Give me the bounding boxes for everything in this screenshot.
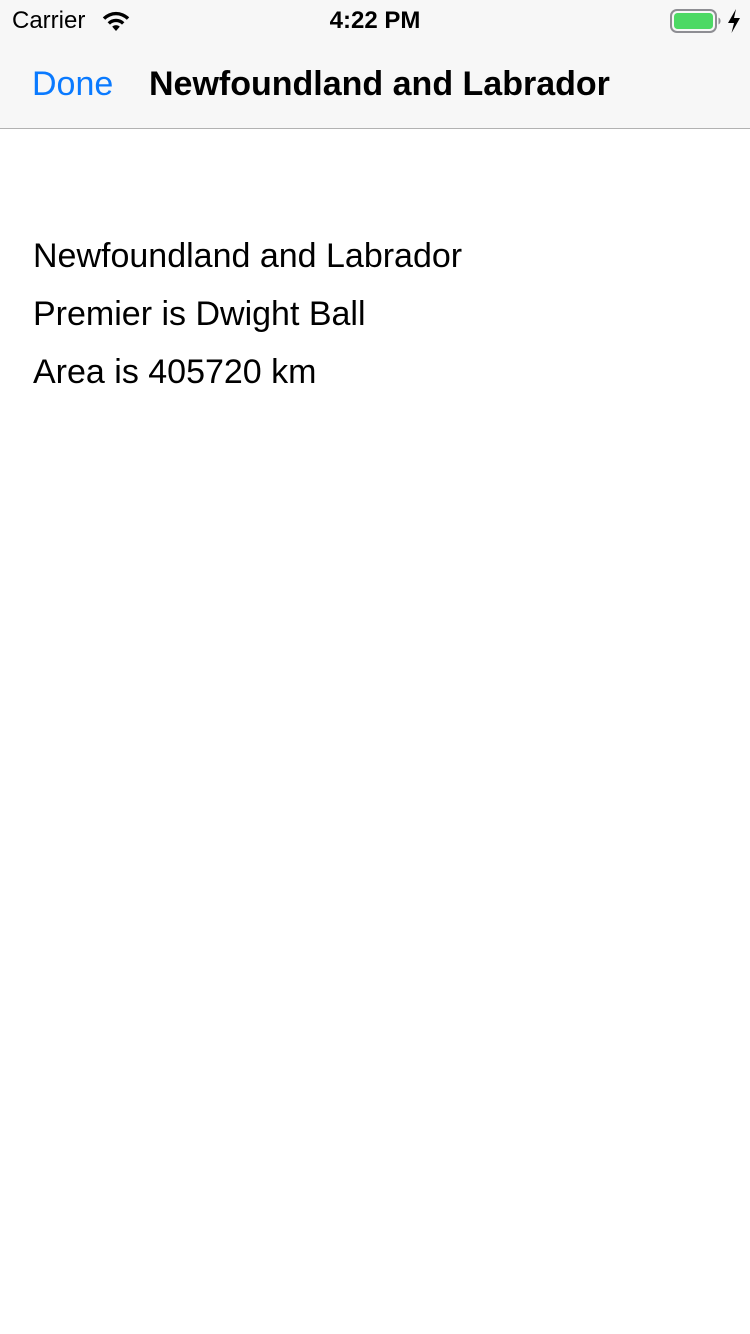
area-text: Area is 405720 km bbox=[33, 353, 317, 391]
done-button[interactable]: Done bbox=[32, 64, 113, 104]
charging-icon bbox=[726, 8, 742, 34]
battery-icon bbox=[670, 9, 722, 33]
navigation-bar: Done Newfoundland and Labrador bbox=[0, 40, 750, 129]
screen: Carrier 4:22 PM Done Newfoundland and La… bbox=[0, 0, 750, 1334]
premier-text: Premier is Dwight Ball bbox=[33, 295, 366, 333]
status-time: 4:22 PM bbox=[329, 7, 421, 34]
nav-title: Newfoundland and Labrador bbox=[149, 65, 610, 103]
status-bar: Carrier 4:22 PM bbox=[0, 0, 750, 40]
province-name: Newfoundland and Labrador bbox=[33, 237, 463, 275]
